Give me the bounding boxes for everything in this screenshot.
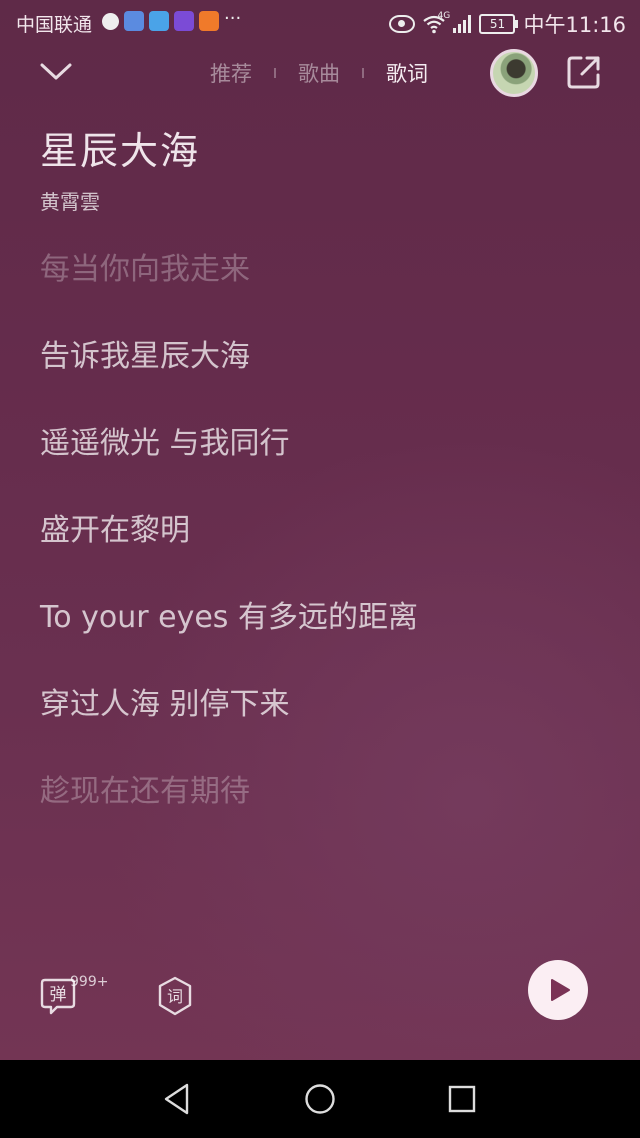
lyric-line: 盛开在黎明: [40, 513, 190, 548]
lyric-line: 遥遥微光 与我同行: [40, 426, 290, 461]
back-icon[interactable]: [162, 1082, 192, 1116]
tab-divider: [274, 68, 276, 78]
lyric-line: 穿过人海 别停下来: [40, 687, 290, 722]
video-app-icon: [174, 11, 194, 31]
tab-recommend[interactable]: 推荐: [200, 58, 262, 88]
view-tabs: 推荐 歌曲 歌词: [200, 58, 438, 88]
play-icon: [551, 979, 570, 1001]
lyric-line: 告诉我星辰大海: [40, 339, 250, 374]
cell-signal-icon: 4G: [437, 11, 472, 33]
globe-icon: [102, 13, 119, 30]
eye-comfort-icon: [389, 15, 416, 33]
network-type-label: 4G: [437, 11, 451, 21]
lyric-settings-icon[interactable]: 词: [156, 975, 194, 1017]
app-notification-icon: [149, 11, 169, 31]
home-icon[interactable]: [304, 1083, 336, 1115]
play-app-icon: [199, 11, 219, 31]
user-avatar[interactable]: [490, 49, 538, 97]
lyrics-list[interactable]: 每当你向我走来 告诉我星辰大海 遥遥微光 与我同行 盛开在黎明 To your …: [40, 248, 620, 857]
artist-name[interactable]: 黄霄雲: [40, 186, 100, 215]
more-notifications-icon: ···: [224, 8, 242, 29]
clock: 中午11:16: [523, 13, 626, 37]
battery-icon: 51: [479, 14, 519, 34]
notification-icons: ···: [102, 8, 242, 31]
chevron-down-icon[interactable]: [38, 58, 74, 84]
tab-song[interactable]: 歌曲: [288, 58, 350, 88]
lyric-line: To your eyes 有多远的距离: [40, 600, 418, 635]
lyric-line: 趁现在还有期待: [40, 774, 250, 809]
lyric-line: 每当你向我走来: [40, 252, 250, 287]
tab-lyrics[interactable]: 歌词: [376, 58, 438, 88]
carrier-label: 中国联通: [16, 14, 93, 36]
danmu-count-badge: 999+: [70, 974, 109, 990]
system-navigation-bar: [0, 1060, 640, 1138]
song-title: 星辰大海: [40, 129, 201, 173]
recent-apps-icon[interactable]: [448, 1085, 476, 1113]
share-icon[interactable]: [566, 54, 602, 90]
play-button[interactable]: [528, 960, 588, 1020]
player-screen: 中国联通 ··· 4G 51 中午11:16 推荐 歌曲 歌词 星辰大海 黄霄雲…: [0, 0, 640, 1060]
top-navigation: 推荐 歌曲 歌词: [0, 44, 640, 100]
danmu-label: 弹: [50, 985, 67, 1005]
app-notification-icon: [124, 11, 144, 31]
tab-divider: [362, 68, 364, 78]
status-bar: 中国联通 ··· 4G 51 中午11:16: [0, 0, 640, 44]
system-indicators: 4G 51 中午11:16: [389, 9, 626, 39]
lyric-label: 词: [167, 987, 183, 1006]
